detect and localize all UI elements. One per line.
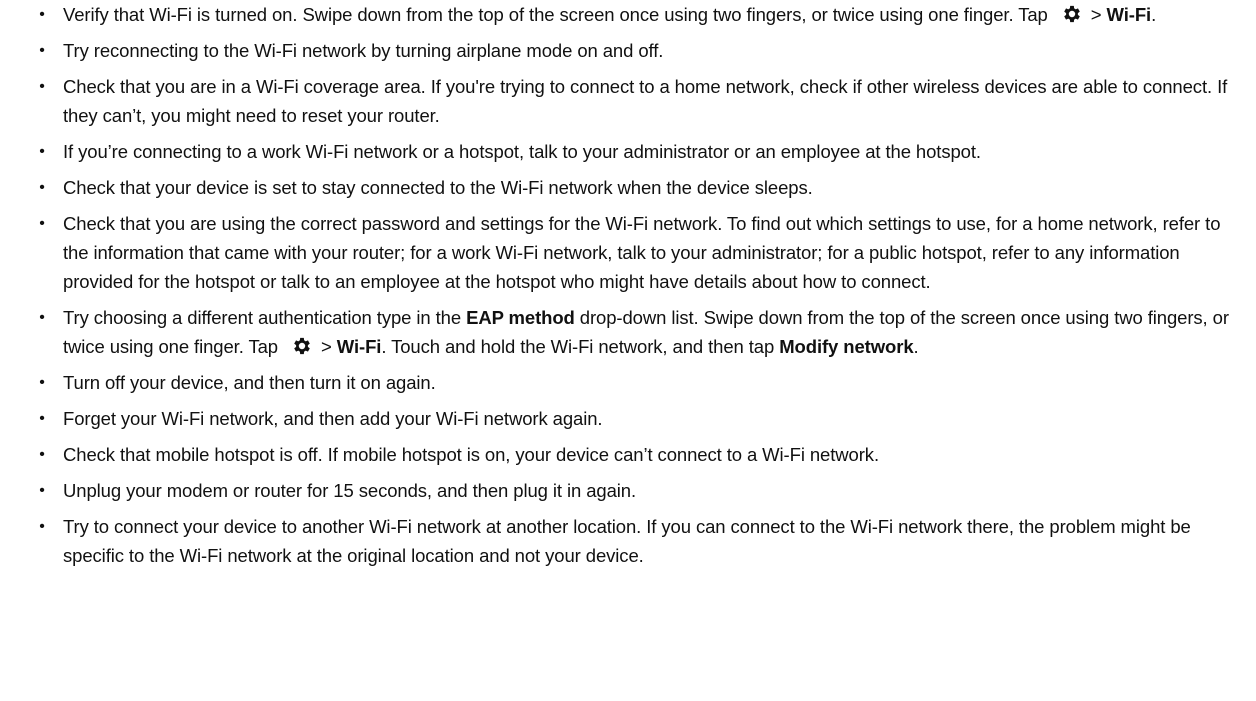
list-item: • Forget your Wi-Fi network, and then ad… — [0, 404, 1256, 433]
bullet: • — [39, 42, 45, 59]
item-text: Check that mobile hotspot is off. If mob… — [63, 444, 879, 465]
bullet: • — [39, 518, 45, 535]
bullet: • — [39, 309, 45, 326]
item-text: Forget your Wi-Fi network, and then add … — [63, 408, 603, 429]
item-text: Unplug your modem or router for 15 secon… — [63, 480, 637, 501]
item-text: Try reconnecting to the Wi-Fi network by… — [63, 40, 664, 61]
list-item: • Try reconnecting to the Wi-Fi network … — [0, 36, 1256, 65]
item-text: Check that you are in a Wi-Fi coverage a… — [63, 76, 1228, 126]
list-item: • Unplug your modem or router for 15 sec… — [0, 476, 1256, 505]
item-text-end: . — [913, 336, 919, 357]
list-item: • Verify that Wi-Fi is turned on. Swipe … — [0, 0, 1256, 29]
bullet: • — [39, 179, 45, 196]
bullet: • — [39, 78, 45, 95]
bullet: • — [39, 6, 45, 23]
settings-gear-icon — [294, 337, 310, 355]
bullet: • — [39, 215, 45, 232]
item-text: Check that you are using the correct pas… — [63, 213, 1221, 292]
list-item: • Check that mobile hotspot is off. If m… — [0, 440, 1256, 469]
item-text: Try choosing a different authentication … — [63, 307, 467, 328]
list-item: • Try choosing a different authenticatio… — [0, 303, 1256, 361]
item-text: If you’re connecting to a work Wi-Fi net… — [63, 141, 981, 162]
list-item: • Try to connect your device to another … — [0, 512, 1256, 570]
list-item: • Turn off your device, and then turn it… — [0, 368, 1256, 397]
settings-gear-icon — [1063, 5, 1080, 23]
list-item: • Check that you are in a Wi-Fi coverage… — [0, 72, 1256, 130]
item-text: Check that your device is set to stay co… — [63, 177, 813, 198]
list-item: • Check that you are using the correct p… — [0, 209, 1256, 296]
item-text-end: . — [1151, 4, 1157, 25]
bullet: • — [39, 410, 45, 427]
wifi-troubleshooting-list: • Verify that Wi-Fi is turned on. Swipe … — [0, 0, 1256, 570]
wifi-label: Wi-Fi — [1106, 4, 1152, 25]
item-text: . Touch and hold the Wi-Fi network, and … — [381, 336, 780, 357]
bullet: • — [39, 446, 45, 463]
item-text: Try to connect your device to another Wi… — [63, 516, 1191, 566]
item-text: Turn off your device, and then turn it o… — [63, 372, 436, 393]
item-text-arrow: > — [1090, 4, 1107, 25]
wifi-label: Wi-Fi — [336, 336, 382, 357]
bullet: • — [39, 143, 45, 160]
item-text-arrow: > — [321, 336, 337, 357]
modify-network-label: Modify network — [779, 336, 914, 357]
bullet: • — [39, 374, 45, 391]
list-item: • If you’re connecting to a work Wi-Fi n… — [0, 137, 1256, 166]
list-item: • Check that your device is set to stay … — [0, 173, 1256, 202]
eap-method-label: EAP method — [466, 307, 575, 328]
item-text: Verify that Wi-Fi is turned on. Swipe do… — [63, 4, 1048, 25]
bullet: • — [39, 482, 45, 499]
